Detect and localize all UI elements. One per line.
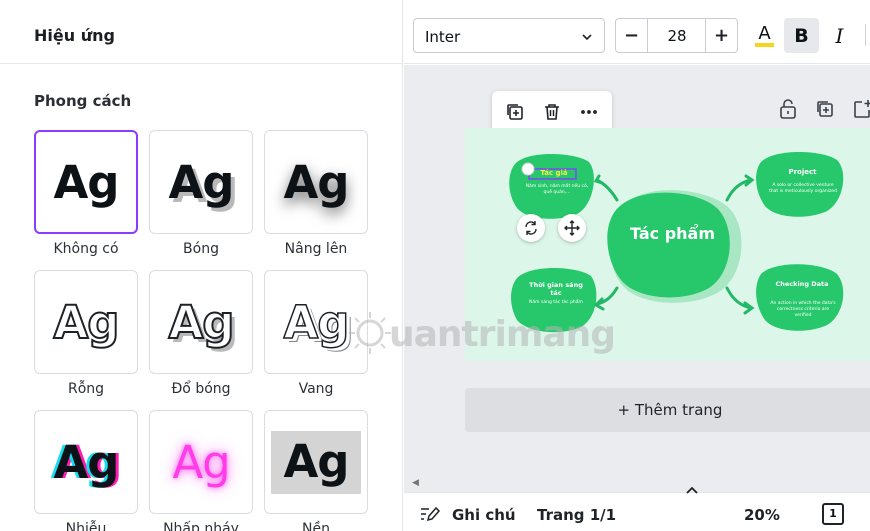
scroll-left-arrow-icon[interactable]: ◀: [412, 477, 419, 488]
style-label: Vang: [298, 381, 334, 397]
style-option-shadow[interactable]: Ag Bóng: [149, 130, 253, 260]
duplicate-button[interactable]: [502, 100, 528, 124]
font-family-select[interactable]: Inter: [413, 18, 605, 53]
rotate-icon: [525, 221, 537, 235]
duplicate-page-icon[interactable]: [813, 97, 837, 121]
style-preview[interactable]: Ag: [34, 270, 138, 374]
trash-icon: [545, 104, 559, 120]
node-body[interactable]: A solo or collective venture that is met…: [769, 183, 837, 195]
font-family-value: Inter: [425, 28, 461, 46]
mindmap-center-text[interactable]: Tác phẩm: [615, 224, 730, 243]
style-label: Nâng lên: [284, 241, 348, 257]
text-color-button[interactable]: A: [747, 18, 782, 53]
font-size-input[interactable]: 28: [649, 27, 705, 45]
center-blob: [607, 192, 730, 298]
canva-editor: Hiệu ứng Phong cách Ag Không có Ag Bóng …: [0, 0, 870, 531]
lock-icon[interactable]: [776, 97, 800, 121]
style-preview[interactable]: Ag: [34, 410, 138, 514]
node-title[interactable]: Tác giả: [531, 169, 577, 177]
notes-icon[interactable]: [420, 505, 440, 523]
add-page-icon[interactable]: [850, 97, 870, 121]
style-grid: Ag Không có Ag Bóng Ag Nâng lên Ag Rỗng …: [34, 130, 368, 531]
style-option-echo[interactable]: Ag Vang: [264, 270, 368, 400]
italic-button[interactable]: I: [822, 18, 857, 53]
style-label: Nhấp nháy: [163, 521, 239, 531]
node-title[interactable]: Thời gian sáng tác: [523, 281, 589, 297]
style-option-none[interactable]: Ag Không có: [34, 130, 138, 260]
bottom-bar: Ghi chú Trang 1/1 20% 1: [404, 486, 870, 531]
style-label: Bóng: [183, 241, 219, 257]
style-sample: Ag: [172, 435, 230, 489]
element-floating-toolbar: [492, 91, 612, 133]
add-page-button[interactable]: + Thêm trang: [465, 388, 870, 432]
duplicate-icon: [507, 104, 523, 120]
style-sample: Ag: [283, 155, 349, 209]
text-color-icon: A: [755, 24, 774, 47]
section-title-style: Phong cách: [34, 92, 132, 110]
node-body[interactable]: Năm sáng tác tác phẩm: [527, 300, 585, 306]
style-label: Nhiễu: [65, 521, 107, 531]
style-option-background[interactable]: Ag Nền: [264, 410, 368, 531]
style-preview[interactable]: Ag: [34, 130, 138, 234]
toolbar-divider: [865, 24, 870, 46]
notes-button[interactable]: Ghi chú: [452, 506, 516, 524]
design-page[interactable]: Tác phẩm Tác giả Năm sinh, năm mất nếu c…: [465, 128, 870, 361]
page-count: 1: [829, 507, 837, 520]
more-options-button[interactable]: [576, 100, 602, 124]
move-icon: [564, 220, 580, 236]
style-sample: Ag: [53, 435, 119, 489]
effects-panel: Hiệu ứng Phong cách Ag Không có Ag Bóng …: [0, 0, 403, 531]
node-blob-br: [756, 264, 844, 331]
style-preview[interactable]: Ag: [149, 410, 253, 514]
chevron-up-icon[interactable]: [682, 483, 702, 497]
panel-header: Hiệu ứng: [0, 0, 402, 64]
style-sample: Ag: [168, 155, 234, 209]
rotate-handle[interactable]: [517, 214, 545, 242]
style-option-lift[interactable]: Ag Nâng lên: [264, 130, 368, 260]
style-preview[interactable]: Ag: [264, 270, 368, 374]
style-label: Nền: [302, 521, 330, 531]
panel-title: Hiệu ứng: [34, 26, 115, 45]
font-size-stepper: − 28 +: [615, 18, 738, 53]
style-sample: Ag: [53, 155, 119, 209]
style-option-hollow[interactable]: Ag Rỗng: [34, 270, 138, 400]
style-option-glitch[interactable]: Ag Nhiễu: [34, 410, 138, 531]
text-toolbar: Inter − 28 + A B I: [404, 0, 870, 64]
style-preview[interactable]: Ag: [264, 410, 368, 514]
style-preview[interactable]: Ag: [149, 270, 253, 374]
style-preview[interactable]: Ag: [264, 130, 368, 234]
chevron-down-icon: [582, 34, 592, 41]
italic-icon: I: [835, 23, 844, 48]
style-label: Đổ bóng: [171, 381, 231, 397]
page-count-button[interactable]: 1: [822, 503, 844, 525]
style-sample: Ag: [271, 430, 361, 494]
style-sample: Ag: [167, 295, 235, 349]
node-body[interactable]: Năm sinh, năm mất nếu có, quê quán,...: [521, 184, 593, 196]
delete-button[interactable]: [539, 100, 565, 124]
style-option-splice[interactable]: Ag Đổ bóng: [149, 270, 253, 400]
style-sample: Ag: [283, 295, 351, 349]
bold-button[interactable]: B: [784, 18, 819, 53]
page-indicator[interactable]: Trang 1/1: [537, 506, 616, 524]
style-label: Rỗng: [67, 381, 105, 397]
more-horizontal-icon: [581, 110, 597, 114]
move-handle[interactable]: [558, 214, 586, 242]
style-option-neon[interactable]: Ag Nhấp nháy: [149, 410, 253, 531]
mindmap-graphic: [509, 152, 844, 333]
style-preview[interactable]: Ag: [149, 130, 253, 234]
node-body[interactable]: An action in which the data's correctnes…: [769, 301, 837, 319]
style-sample: Ag: [52, 295, 120, 349]
style-label: Không có: [53, 241, 119, 257]
decrease-font-size-button[interactable]: −: [616, 19, 648, 52]
node-title[interactable]: Project: [765, 168, 840, 176]
node-title[interactable]: Checking Data: [767, 280, 837, 288]
canvas-workspace: Tác phẩm Tác giả Năm sinh, năm mất nếu c…: [404, 65, 870, 492]
bold-icon: B: [794, 24, 809, 47]
increase-font-size-button[interactable]: +: [705, 19, 737, 52]
zoom-level[interactable]: 20%: [744, 506, 780, 524]
